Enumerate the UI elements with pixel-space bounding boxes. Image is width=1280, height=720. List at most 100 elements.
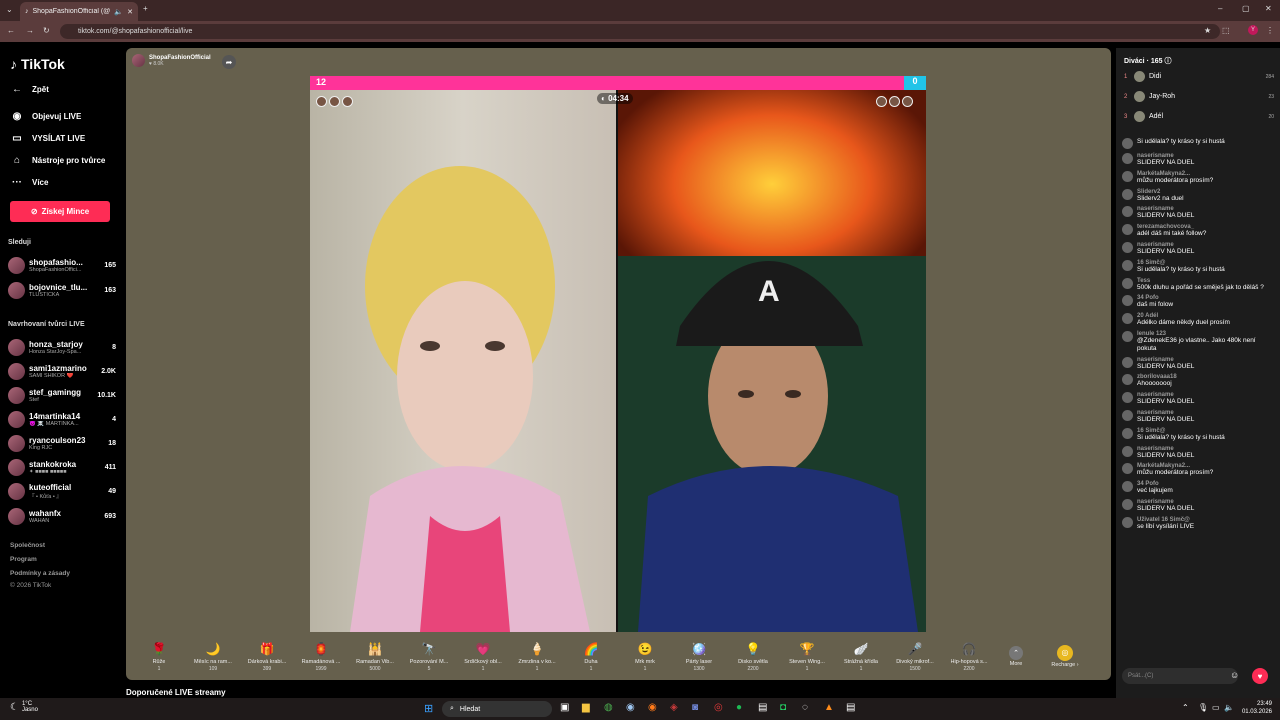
emoji-icon[interactable]: ☺ xyxy=(1230,670,1239,680)
bookmark-star-icon[interactable]: ★ xyxy=(1204,26,1211,35)
nav-go-live[interactable]: ▭ VYSÍLAT LIVE xyxy=(10,133,85,144)
app-icon[interactable]: ◈ xyxy=(670,702,678,713)
back-link[interactable]: ← Zpět xyxy=(10,84,49,95)
recharge-button[interactable]: ◎ Recharge › xyxy=(1036,644,1094,668)
obs-icon[interactable]: ◎ xyxy=(714,702,723,713)
chevron-up-icon: ⌃ xyxy=(1009,645,1023,660)
network-icon[interactable]: ▭ xyxy=(1212,703,1220,712)
reload-icon[interactable]: ↻ xyxy=(43,26,50,35)
browser-tab[interactable]: ♪ ShopaFashionOfficial (@sh 🔈 ✕ xyxy=(20,2,138,21)
supporter-avatar xyxy=(316,96,327,107)
close-tab-icon[interactable]: ✕ xyxy=(127,8,133,16)
minimize-icon[interactable]: – xyxy=(1218,4,1222,13)
recharge-label: Recharge › xyxy=(1051,661,1079,668)
new-tab-icon[interactable]: + xyxy=(143,4,148,13)
avatar xyxy=(1122,295,1133,307)
file-explorer-icon[interactable]: ▆ xyxy=(582,702,590,713)
firefox-icon[interactable]: ◉ xyxy=(648,702,657,713)
menu-icon[interactable]: ⋮ xyxy=(1266,26,1274,35)
viewers-heading[interactable]: Diváci · 165 ⓘ xyxy=(1124,56,1171,66)
nav-explore-live[interactable]: ◉ Objevuj LIVE xyxy=(10,111,82,122)
address-bar[interactable]: tiktok.com/@shopafashionofficial/live xyxy=(60,24,1220,39)
gift-item[interactable]: 🔭 Pozorování M... 5 xyxy=(402,640,456,672)
app-icon[interactable]: ◌ xyxy=(802,702,808,713)
chat-messages[interactable]: Si udělala? ty kráso ty si hustá naseris… xyxy=(1122,138,1276,656)
forward-icon[interactable]: → xyxy=(26,26,34,35)
gift-item[interactable]: 🏮 Ramadánová ... 1999 xyxy=(294,640,348,672)
tiktok-logo[interactable]: ♪ TikTok xyxy=(10,56,65,72)
chrome-icon[interactable]: ◍ xyxy=(604,702,613,713)
footer-company[interactable]: Společnost xyxy=(10,542,45,549)
nav-creator-tools[interactable]: ⌂ Nástroje pro tvůrce xyxy=(10,155,105,166)
suggested-account[interactable]: stankokroka ✦ ■■■■ ■■■■■ 411 xyxy=(8,456,116,478)
battle-video[interactable]: A 12 0 ◐ 04:34 xyxy=(310,76,926,632)
coin-icon: ⊘ xyxy=(30,207,38,216)
gift-item[interactable]: 💡 Disko světla 2200 xyxy=(726,640,780,672)
extensions-icon[interactable]: ⬚ xyxy=(1222,26,1230,35)
sidebar: ♪ TikTok ← Zpět ◉ Objevuj LIVE ▭ VYSÍLAT LIV… xyxy=(0,42,126,698)
gift-item[interactable]: 🪩 Párty laser 1300 xyxy=(672,640,726,672)
steam-icon[interactable]: ◉ xyxy=(626,702,635,713)
tab-list-icon[interactable]: ⌄ xyxy=(6,5,13,14)
gift-item[interactable]: 🌈 Duha 1 xyxy=(564,640,618,672)
gift-item[interactable]: 🕌 Ramadan Vib... 5000 xyxy=(348,640,402,672)
like-heart-button[interactable]: ♥ xyxy=(1252,668,1268,684)
close-window-icon[interactable]: ✕ xyxy=(1265,4,1272,13)
account-sub: 😈 ☠️ MARTINKA... xyxy=(29,420,79,427)
volume-icon[interactable]: 🔈 xyxy=(1224,703,1234,712)
account-sub: King RJC xyxy=(29,444,53,451)
taskbar-search[interactable]: ⌕ Hledat xyxy=(442,701,552,717)
host-info[interactable]: ShopaFashionOfficial ♥ 8.0K xyxy=(132,54,211,67)
whatsapp-icon[interactable]: ◘ xyxy=(780,702,786,713)
back-icon[interactable]: ← xyxy=(7,26,15,35)
gift-item[interactable]: 🎤 Divoký mikrof... 1500 xyxy=(888,640,942,672)
gift-item[interactable]: 🌙 Měsíc na ram... 109 xyxy=(186,640,240,672)
audio-icon[interactable]: 🔈 xyxy=(114,8,123,16)
share-icon[interactable]: ➦ xyxy=(222,55,236,69)
logo-text: TikTok xyxy=(21,56,65,72)
gift-item[interactable]: 🎁 Dárková krabi... 399 xyxy=(240,640,294,672)
gift-item[interactable]: 🍦 Zmrzlina v ko... 1 xyxy=(510,640,564,672)
left-supporters[interactable] xyxy=(316,96,353,107)
chat-input[interactable]: Psát...(C) xyxy=(1122,668,1238,684)
following-account[interactable]: bojovnice_tlu... TLUSTIČKA 163 xyxy=(8,279,116,301)
gift-price: 5 xyxy=(427,666,431,672)
right-supporters[interactable] xyxy=(876,96,913,107)
spotify-icon[interactable]: ● xyxy=(736,702,742,713)
app-icon[interactable]: ▤ xyxy=(846,702,855,713)
gift-item[interactable]: 🏆 Steven Wing... 1 xyxy=(780,640,834,672)
windows-start-icon[interactable]: ⊞ xyxy=(424,702,433,715)
more-gifts-button[interactable]: ⌃ More xyxy=(996,645,1036,667)
gift-item[interactable]: 😉 Mrk mrk 1 xyxy=(618,640,672,672)
mic-icon[interactable]: 🎙 xyxy=(1198,703,1208,712)
footer-program[interactable]: Program xyxy=(10,556,37,563)
chat-text: SLIDERV NA DUEL xyxy=(1137,398,1195,406)
footer-terms[interactable]: Podmínky a zásady xyxy=(10,570,70,577)
top-viewer[interactable]: 1 Didi 284 xyxy=(1124,71,1274,82)
suggested-account[interactable]: stef_gamingg Stef 10.1K xyxy=(8,384,116,406)
nav-more[interactable]: ··· Více xyxy=(10,177,48,188)
gift-item[interactable]: 💗 Srdíčkový obl... 1 xyxy=(456,640,510,672)
app-icon[interactable]: ▤ xyxy=(758,702,767,713)
weather-widget[interactable]: ☾ 1°C Jasno xyxy=(10,701,38,713)
top-viewer[interactable]: 3 Adél 20 xyxy=(1124,111,1274,122)
discord-icon[interactable]: ◙ xyxy=(692,702,698,713)
suggested-account[interactable]: ryancoulson23 King RJC 18 xyxy=(8,432,116,454)
task-view-icon[interactable]: ▣ xyxy=(560,702,569,713)
suggested-account[interactable]: 14martinka14 😈 ☠️ MARTINKA... 4 xyxy=(8,408,116,430)
suggested-account[interactable]: wahanfx WAHAN 693 xyxy=(8,505,116,527)
get-coins-button[interactable]: ⊘ Získej Mince xyxy=(10,201,110,222)
maximize-icon[interactable]: ▢ xyxy=(1242,4,1250,13)
vlc-icon[interactable]: ▲ xyxy=(824,702,834,713)
following-account[interactable]: shopafashio... ShopaFashionOffici... 165 xyxy=(8,254,116,276)
suggested-account[interactable]: honza_starjoy Honza StarJoy-Spa... 8 xyxy=(8,336,116,358)
suggested-account[interactable]: sami1azmarino SAMI SHIKOR ❤️ 2.0K xyxy=(8,360,116,382)
suggested-account[interactable]: kuteofficial 『 • Kůťa • 』 49 xyxy=(8,480,116,502)
tray-chevron-icon[interactable]: ⌃ xyxy=(1182,703,1189,712)
gift-item[interactable]: 🎧 Hip-hopová s... 2200 xyxy=(942,640,996,672)
clock[interactable]: 23:49 01.03.2026 xyxy=(1242,701,1272,717)
profile-avatar[interactable]: Y xyxy=(1248,25,1258,35)
gift-item[interactable]: 🌹 Růže 1 xyxy=(132,640,186,672)
top-viewer[interactable]: 2 Jay-Roh 23 xyxy=(1124,91,1274,102)
gift-item[interactable]: 🪽 Strážná křídla 1 xyxy=(834,640,888,672)
